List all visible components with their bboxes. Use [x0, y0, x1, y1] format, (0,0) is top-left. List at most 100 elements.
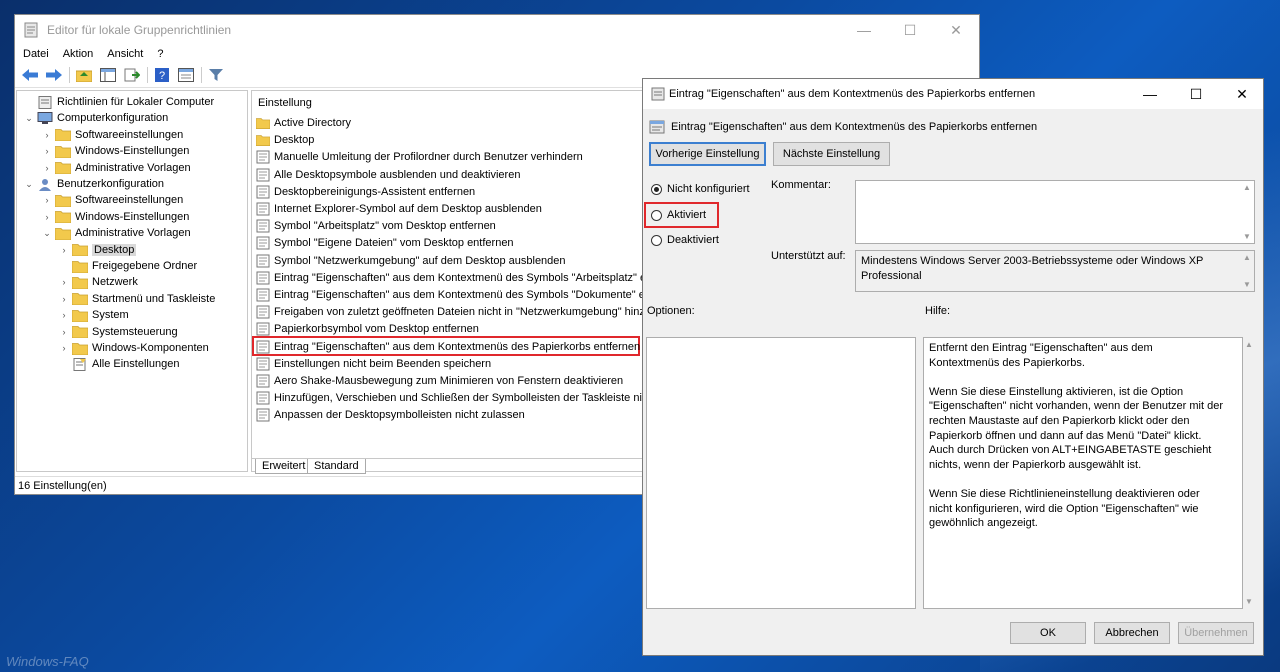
dialog-maximize-button[interactable]: ☐ — [1173, 79, 1219, 109]
close-icon: ✕ — [950, 21, 962, 38]
collapse-arrow-icon[interactable]: › — [58, 294, 70, 304]
menu-datei[interactable]: Datei — [23, 48, 49, 60]
tree-node[interactable]: ⌄ Administrative Vorlagen — [41, 225, 191, 241]
back-button[interactable] — [21, 66, 39, 84]
collapse-arrow-icon[interactable]: › — [58, 245, 70, 255]
comment-scrollbar[interactable]: ▲ ▼ — [1240, 181, 1254, 243]
collapse-arrow-icon[interactable]: › — [58, 277, 70, 287]
setting-list-item-label: Freigaben von zuletzt geöffneten Dateien… — [274, 306, 651, 319]
tree-node[interactable]: ⌄ Computerkonfiguration — [23, 110, 168, 126]
collapse-arrow-icon[interactable]: › — [41, 130, 53, 140]
dialog-close-button[interactable]: ✕ — [1219, 79, 1265, 109]
setting-list-item[interactable]: Internet Explorer-Symbol auf dem Desktop… — [256, 201, 542, 217]
collapse-arrow-icon[interactable]: › — [41, 212, 53, 222]
comment-textarea[interactable]: ▲ ▼ — [855, 180, 1255, 244]
column-header-einstellung[interactable]: Einstellung — [258, 97, 312, 109]
ok-button[interactable]: OK — [1010, 622, 1086, 644]
setting-list-item[interactable]: Eintrag "Eigenschaften" aus dem Kontextm… — [256, 287, 663, 303]
tree-node[interactable]: › Desktop — [58, 242, 137, 258]
tab-standard[interactable]: Standard — [307, 459, 366, 474]
setting-list-item[interactable]: Manuelle Umleitung der Profilordner durc… — [256, 149, 583, 165]
setting-list-item[interactable]: Eintrag "Eigenschaften" aus dem Kontextm… — [256, 339, 640, 355]
forward-button[interactable] — [45, 66, 63, 84]
show-hide-tree-button[interactable] — [99, 66, 117, 84]
menu-ansicht[interactable]: Ansicht — [107, 48, 143, 60]
radio-disabled[interactable]: Deaktiviert — [651, 234, 719, 246]
minimize-button[interactable]: — — [841, 15, 887, 45]
setting-list-item[interactable]: Aero Shake-Mausbewegung zum Minimieren v… — [256, 373, 623, 389]
collapse-arrow-icon[interactable]: › — [58, 310, 70, 320]
expand-arrow-icon[interactable]: ⌄ — [23, 179, 35, 190]
dialog-title-bar[interactable]: Eintrag "Eigenschaften" aus dem Kontextm… — [643, 79, 1263, 109]
collapse-arrow-icon[interactable]: › — [58, 343, 70, 353]
tree-node[interactable]: › Windows-Komponenten — [58, 340, 209, 356]
next-setting-button[interactable]: Nächste Einstellung — [773, 142, 890, 166]
console-tree[interactable]: Richtlinien für Lokaler Computer ⌄ Compute… — [16, 90, 248, 472]
close-button[interactable]: ✕ — [933, 15, 979, 45]
expand-arrow-icon[interactable]: ⌄ — [41, 228, 53, 239]
maximize-button[interactable]: ☐ — [887, 15, 933, 45]
setting-list-item[interactable]: Active Directory — [256, 115, 351, 131]
setting-list-item[interactable]: Desktopbereinigungs-Assistent entfernen — [256, 184, 475, 200]
policy-setting-icon — [256, 322, 270, 336]
tree-node[interactable]: Alle Einstellungen — [58, 356, 179, 372]
tree-node[interactable]: › Windows-Einstellungen — [41, 143, 189, 159]
user-icon — [39, 178, 51, 191]
policy-setting-icon — [256, 374, 270, 388]
properties-view-button[interactable] — [177, 66, 195, 84]
tree-node[interactable]: › Netzwerk — [58, 274, 138, 290]
menu-aktion[interactable]: Aktion — [63, 48, 94, 60]
tree-node[interactable]: › Startmenü und Taskleiste — [58, 291, 215, 307]
filter-button[interactable] — [207, 66, 225, 84]
collapse-arrow-icon[interactable]: › — [58, 327, 70, 337]
tree-node[interactable]: › Softwareeinstellungen — [41, 127, 183, 143]
help-button[interactable]: ? — [153, 66, 171, 84]
previous-setting-button[interactable]: Vorherige Einstellung — [649, 142, 766, 166]
setting-list-item[interactable]: Symbol "Netzwerkumgebung" auf dem Deskto… — [256, 253, 566, 269]
close-icon: ✕ — [1236, 85, 1248, 102]
setting-list-item[interactable]: Einstellungen nicht beim Beenden speiche… — [256, 356, 491, 372]
setting-list-item[interactable]: Symbol "Eigene Dateien" vom Desktop entf… — [256, 235, 514, 251]
help-scrollbar[interactable]: ▲ ▼ — [1242, 338, 1256, 608]
folder-icon — [72, 293, 88, 306]
tree-node[interactable]: Freigegebene Ordner — [58, 258, 197, 274]
tree-node-label: Windows-Einstellungen — [75, 145, 190, 158]
folder-icon — [72, 244, 88, 257]
cancel-button[interactable]: Abbrechen — [1094, 622, 1170, 644]
tree-node[interactable]: › Windows-Einstellungen — [41, 209, 189, 225]
radio-not-configured[interactable]: Nicht konfiguriert — [651, 183, 750, 195]
setting-list-item-label: Eintrag "Eigenschaften" aus dem Kontextm… — [274, 340, 641, 353]
tab-erweitert[interactable]: Erweitert — [255, 459, 313, 474]
setting-list-item-label: Desktopbereinigungs-Assistent entfernen — [274, 185, 476, 198]
tree-node[interactable]: › System — [58, 307, 129, 323]
dialog-minimize-button[interactable]: — — [1127, 79, 1173, 109]
setting-list-item[interactable]: Freigaben von zuletzt geöffneten Dateien… — [256, 304, 651, 320]
title-bar[interactable]: Editor für lokale Gruppenrichtlinien — ☐… — [15, 15, 979, 45]
collapse-arrow-icon[interactable]: › — [41, 195, 53, 205]
policy-setting-icon — [256, 357, 270, 371]
supported-scrollbar[interactable]: ▲ ▼ — [1240, 251, 1254, 291]
setting-list-item[interactable]: Hinzufügen, Verschieben und Schließen de… — [256, 390, 665, 406]
tree-node[interactable]: › Systemsteuerung — [58, 324, 178, 340]
arrow-right-icon — [46, 69, 62, 81]
expand-arrow-icon[interactable]: ⌄ — [23, 113, 35, 124]
setting-list-item[interactable]: Alle Desktopsymbole ausblenden und deakt… — [256, 167, 520, 183]
setting-list-item[interactable]: Desktop — [256, 132, 314, 148]
setting-list-item[interactable]: Eintrag "Eigenschaften" aus dem Kontextm… — [256, 270, 664, 286]
export-list-button[interactable] — [123, 66, 141, 84]
tree-node[interactable]: › Softwareeinstellungen — [41, 192, 183, 208]
tree-node[interactable]: Richtlinien für Lokaler Computer — [23, 94, 214, 110]
setting-list-item[interactable]: Symbol "Arbeitsplatz" vom Desktop entfer… — [256, 218, 496, 234]
folder-icon — [55, 129, 71, 142]
collapse-arrow-icon[interactable]: › — [41, 146, 53, 156]
collapse-arrow-icon[interactable]: › — [41, 163, 53, 173]
setting-list-item[interactable]: Papierkorbsymbol vom Desktop entfernen — [256, 321, 479, 337]
up-folder-button[interactable] — [75, 66, 93, 84]
setting-list-item[interactable]: Anpassen der Desktopsymbolleisten nicht … — [256, 407, 525, 423]
tree-node[interactable]: ⌄ Benutzerkonfiguration — [23, 176, 164, 192]
apply-button[interactable]: Übernehmen — [1178, 622, 1254, 644]
toolbar-separator — [147, 67, 148, 83]
policy-computer-icon — [38, 95, 52, 109]
tree-node[interactable]: › Administrative Vorlagen — [41, 160, 191, 176]
menu-help[interactable]: ? — [157, 48, 163, 60]
